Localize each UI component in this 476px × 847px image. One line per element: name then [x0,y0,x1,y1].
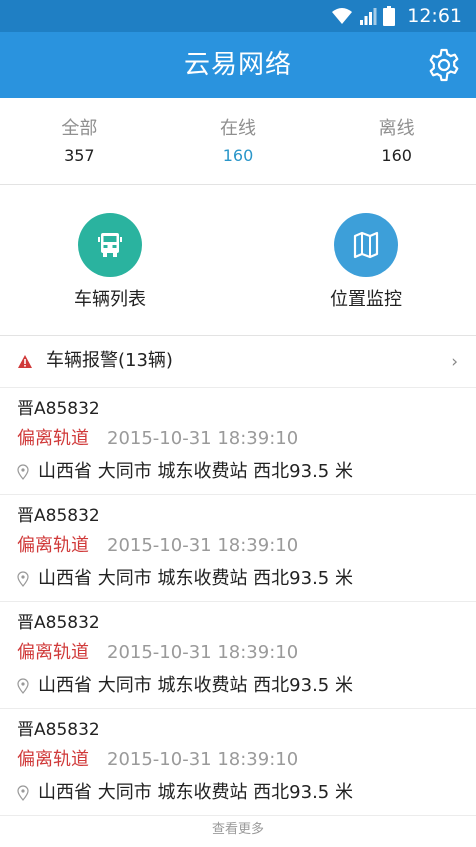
truck-icon [98,233,122,257]
stat-offline-value: 160 [381,146,412,165]
status-icons: 12:61 [331,4,462,28]
alarm-list-item[interactable]: 晋A85832 偏离轨道 2015-10-31 18:39:10 山西省 大同市 … [0,602,476,709]
plate-number: 晋A85832 [17,506,100,526]
vehicle-alarm-header[interactable]: 车辆报警(13辆) › [0,336,476,388]
plate-number: 晋A85832 [17,613,100,633]
signal-icon [360,8,377,25]
location-pin-icon [17,785,29,801]
alarm-location: 山西省 大同市 城东收费站 西北93.5 米 [38,568,353,589]
alarm-list-item[interactable]: 晋A85832 偏离轨道 2015-10-31 18:39:10 山西省 大同市 … [0,495,476,602]
location-monitor-label: 位置监控 [330,289,402,310]
plate-number: 晋A85832 [17,399,100,419]
status-time: 12:61 [407,5,462,27]
alarm-location: 山西省 大同市 城东收费站 西北93.5 米 [38,675,353,696]
vehicle-stats: 全部 357 在线 160 离线 160 [0,98,476,185]
location-pin-icon [17,464,29,480]
stat-offline[interactable]: 离线 160 [317,98,476,184]
alarm-list: 晋A85832 偏离轨道 2015-10-31 18:39:10 山西省 大同市 … [0,388,476,816]
vehicle-list-circle [78,213,142,277]
warning-icon [18,355,32,368]
stat-online-label: 在线 [220,118,256,139]
vehicle-list-button[interactable]: 车辆列表 [30,213,190,311]
alarm-event: 偏离轨道 [17,535,89,556]
stat-all[interactable]: 全部 357 [0,98,159,184]
stat-online-value: 160 [222,146,254,165]
gear-icon [429,48,459,82]
location-monitor-circle [334,213,398,277]
status-bar: 12:61 [0,0,476,32]
stat-online[interactable]: 在线 160 [159,98,318,184]
chevron-right-icon: › [451,352,458,372]
location-monitor-button[interactable]: 位置监控 [286,213,446,311]
wifi-icon [332,8,353,24]
alarm-event: 偏离轨道 [17,642,89,663]
alarm-time: 2015-10-31 18:39:10 [107,749,299,770]
alarm-time: 2015-10-31 18:39:10 [107,535,299,556]
alarm-list-item[interactable]: 晋A85832 偏离轨道 2015-10-31 18:39:10 山西省 大同市 … [0,388,476,495]
alarm-event: 偏离轨道 [17,428,89,449]
quick-actions: 车辆列表 位置监控 [0,185,476,336]
alarm-location: 山西省 大同市 城东收费站 西北93.5 米 [38,782,353,803]
page-title: 云易网络 [183,50,292,80]
settings-button[interactable] [426,47,462,83]
alarm-time: 2015-10-31 18:39:10 [107,428,299,449]
alarm-event: 偏离轨道 [17,749,89,770]
stat-all-label: 全部 [61,118,98,139]
stat-all-value: 357 [64,146,95,165]
alarm-time: 2015-10-31 18:39:10 [107,642,299,663]
app-header: 云易网络 [0,32,476,98]
battery-icon [383,6,396,26]
location-pin-icon [17,678,29,694]
map-icon [353,231,379,259]
vehicle-alarm-title: 车辆报警(13辆) [46,350,173,371]
alarm-list-item[interactable]: 晋A85832 偏离轨道 2015-10-31 18:39:10 山西省 大同市 … [0,709,476,816]
alarm-location: 山西省 大同市 城东收费站 西北93.5 米 [38,461,353,482]
view-more-link[interactable]: 查看更多 [0,818,476,842]
plate-number: 晋A85832 [17,720,100,740]
location-pin-icon [17,571,29,587]
stat-offline-label: 离线 [378,118,415,139]
vehicle-list-label: 车辆列表 [74,289,146,310]
